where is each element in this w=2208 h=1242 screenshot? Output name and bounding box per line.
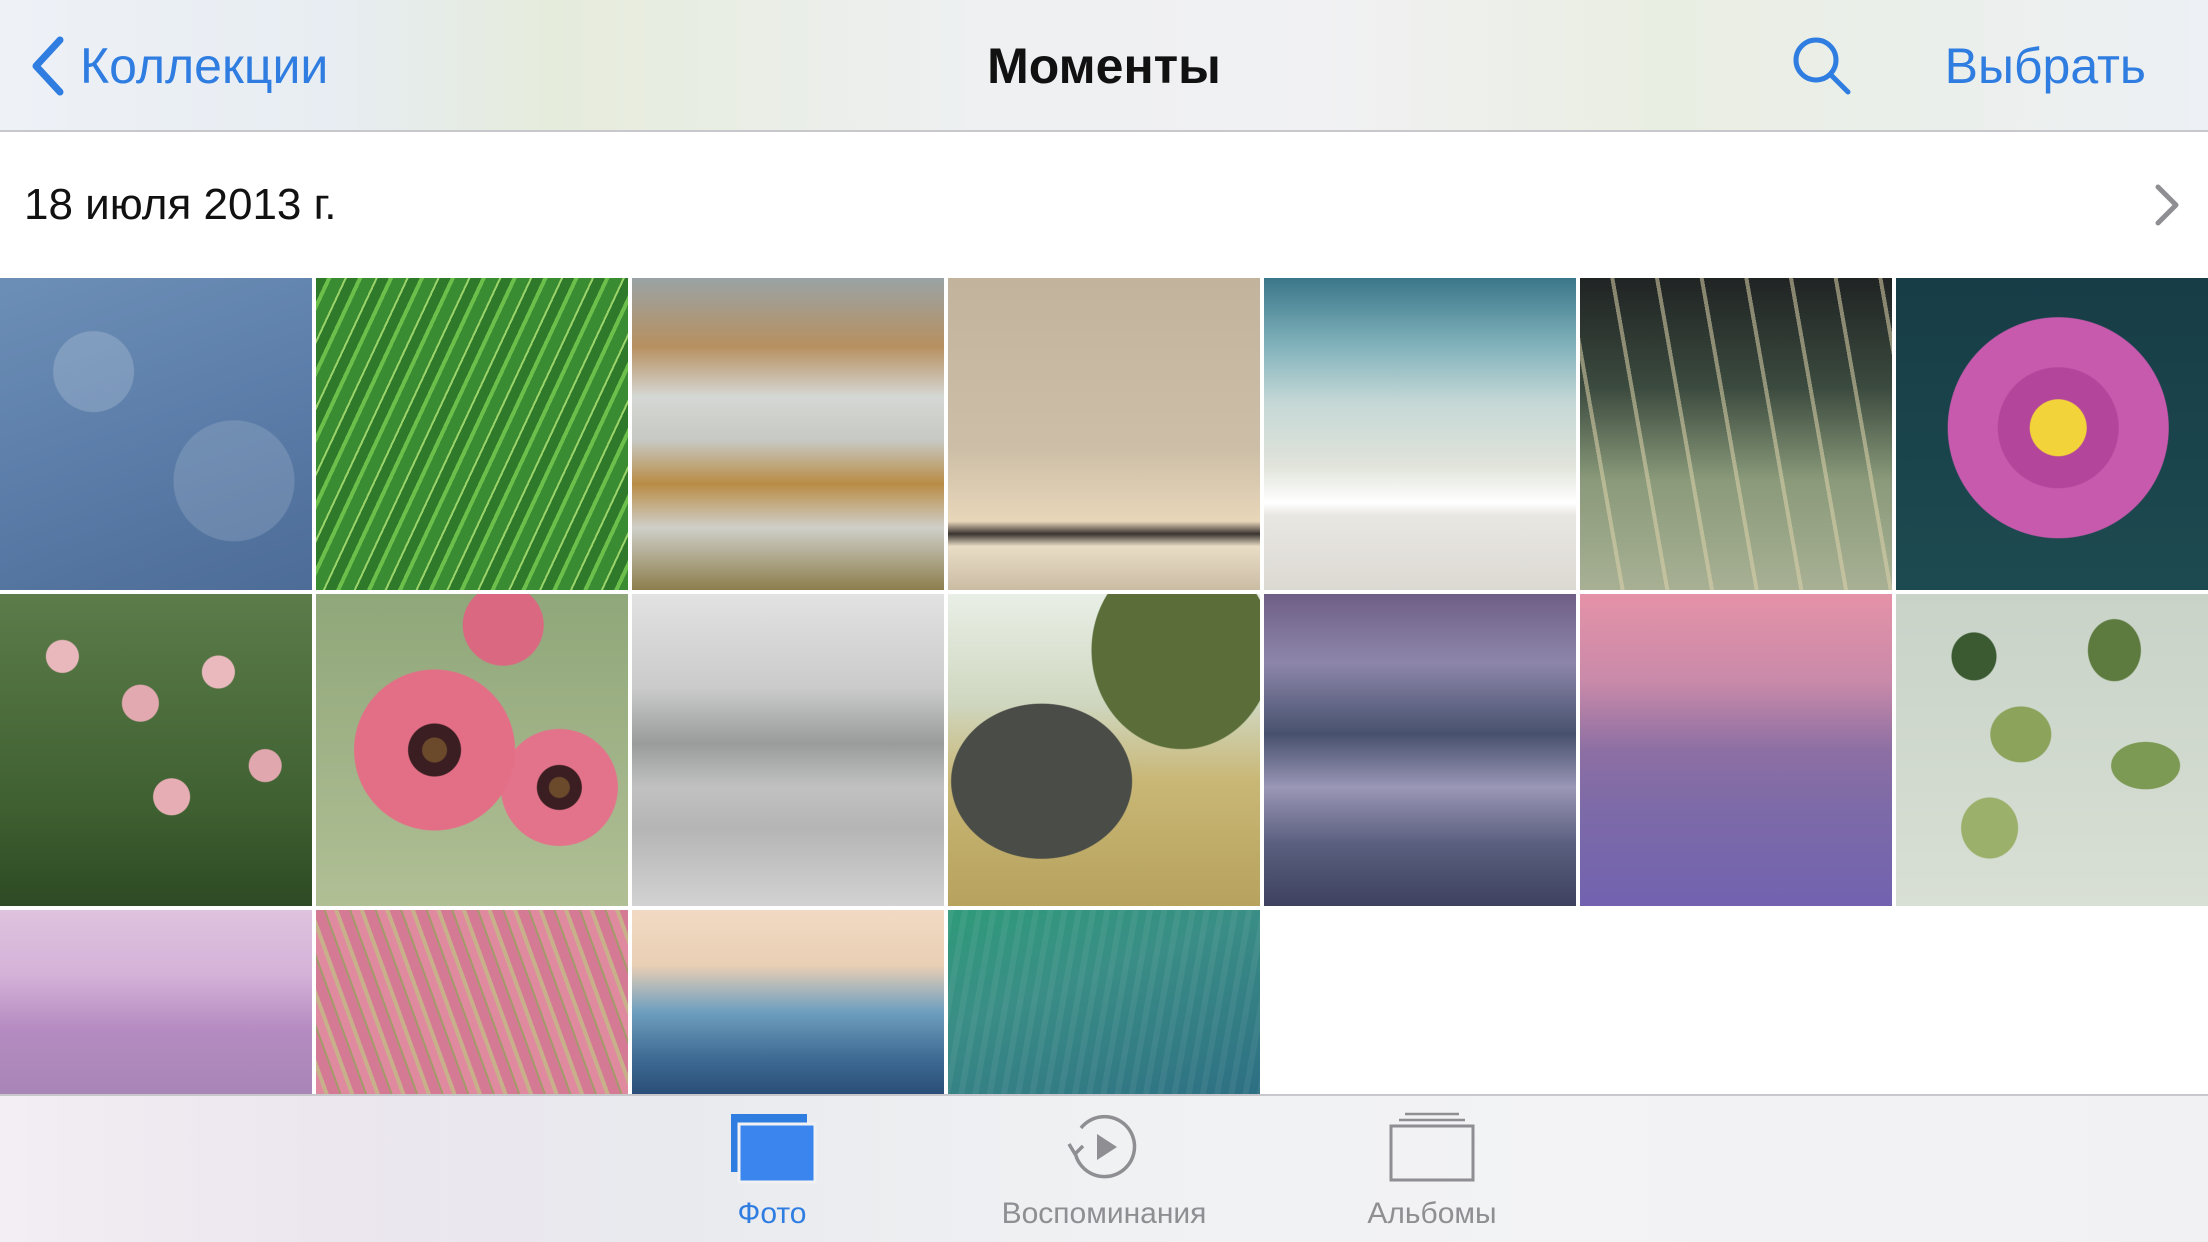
tab-photos[interactable]: Фото bbox=[612, 1110, 932, 1240]
photo-thumbnail[interactable] bbox=[316, 594, 628, 906]
back-button-label: Коллекции bbox=[80, 38, 329, 94]
search-icon bbox=[1793, 37, 1851, 95]
moment-date: 18 июля 2013 г. bbox=[24, 180, 337, 229]
photo-thumbnail[interactable] bbox=[1580, 278, 1892, 590]
photo-thumbnail[interactable] bbox=[0, 594, 312, 906]
photo-thumbnail[interactable] bbox=[948, 594, 1260, 906]
search-button[interactable] bbox=[1790, 34, 1854, 98]
photo-thumbnail[interactable] bbox=[632, 594, 944, 906]
photo-thumbnail[interactable] bbox=[1580, 594, 1892, 906]
page-title: Моменты bbox=[987, 38, 1221, 94]
select-button[interactable]: Выбрать bbox=[1945, 30, 2146, 102]
moment-header[interactable]: 18 июля 2013 г. bbox=[0, 132, 2208, 278]
tab-memories-label: Воспоминания bbox=[1001, 1197, 1207, 1230]
photo-thumbnail[interactable] bbox=[1896, 278, 2208, 590]
photo-thumbnail[interactable] bbox=[1264, 278, 1576, 590]
photo-thumbnail[interactable] bbox=[632, 278, 944, 590]
tab-memories[interactable]: Воспоминания bbox=[944, 1110, 1264, 1240]
photos-icon bbox=[731, 1114, 817, 1184]
photo-thumbnail[interactable] bbox=[316, 910, 628, 1094]
chevron-right-icon bbox=[2155, 184, 2179, 226]
photo-thumbnail[interactable] bbox=[316, 278, 628, 590]
photo-thumbnail[interactable] bbox=[0, 910, 312, 1094]
albums-icon bbox=[1389, 1112, 1475, 1182]
photos-app-screen: Коллекции Моменты Выбрать 18 июля 2013 г… bbox=[0, 0, 2208, 1242]
tab-bar: Фото Воспоминания Альбомы bbox=[0, 1094, 2208, 1242]
chevron-left-icon bbox=[32, 36, 64, 96]
tab-albums-label: Альбомы bbox=[1367, 1197, 1497, 1230]
photo-thumbnail[interactable] bbox=[632, 910, 944, 1094]
tab-albums[interactable]: Альбомы bbox=[1272, 1110, 1592, 1240]
navigation-bar: Коллекции Моменты Выбрать bbox=[0, 0, 2208, 132]
tab-photos-label: Фото bbox=[737, 1197, 807, 1230]
back-button[interactable]: Коллекции bbox=[30, 30, 328, 102]
photo-thumbnail[interactable] bbox=[1896, 594, 2208, 906]
memories-icon bbox=[1067, 1114, 1137, 1179]
photo-thumbnail[interactable] bbox=[948, 278, 1260, 590]
photo-thumbnail[interactable] bbox=[948, 910, 1260, 1094]
photo-thumbnail[interactable] bbox=[0, 278, 312, 590]
photo-thumbnail[interactable] bbox=[1264, 594, 1576, 906]
